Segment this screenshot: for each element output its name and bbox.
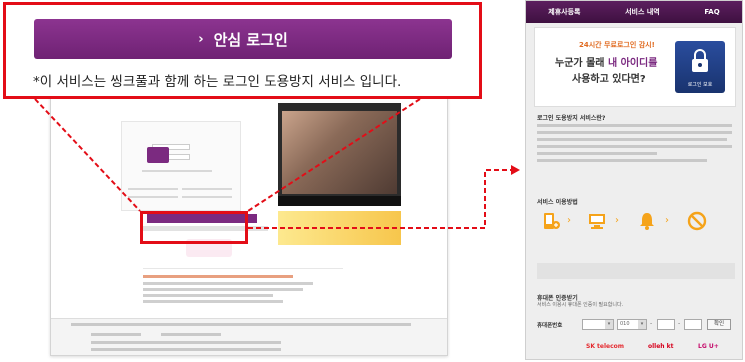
sk-telecom-logo: SK telecom: [586, 343, 625, 350]
step-arrow-icon: ›: [615, 215, 619, 226]
lg-uplus-logo: LG U+: [698, 343, 719, 350]
phone-input-row: 휴대폰번호 ▾ 010 ▾ - - 확인: [537, 319, 737, 331]
dash-separator: -: [650, 320, 653, 327]
safe-login-label: 안심 로그인: [213, 30, 288, 49]
phone-middle-input[interactable]: [657, 319, 675, 330]
form-links-thumbnail: [142, 170, 212, 172]
notice-line: [143, 282, 313, 285]
form-text-thumbnail: [182, 188, 232, 190]
footer-text: [91, 341, 161, 344]
zoom-callout: › 안심 로그인 *이 서비스는 씽크풀과 함께 하는 로그인 도용방지 서비스…: [3, 2, 482, 99]
video-frame: [282, 111, 397, 194]
nav-service-history[interactable]: 서비스 내역: [625, 7, 660, 17]
form-text-thumbnail: [182, 196, 232, 198]
webpage-screenshot: [50, 92, 448, 356]
footer-text: [161, 348, 281, 351]
arrow-head-icon: [511, 165, 520, 175]
step-arrow-icon: ›: [567, 215, 571, 226]
lock-icon: [692, 49, 708, 72]
footer-text: [161, 341, 281, 344]
chevron-down-icon: ▾: [605, 320, 613, 329]
promo-headline-2: 사용하고 있다면?: [572, 74, 646, 85]
phone-label: 휴대폰번호: [537, 323, 563, 329]
promo-headline-highlight: 내 아이디를: [607, 58, 658, 69]
login-button-thumbnail: [147, 147, 169, 163]
lock-label: 로그인 보호: [687, 82, 713, 88]
service-usage-title: 서비스 이용방법: [537, 199, 578, 206]
nav-partner-register[interactable]: 제휴사등록: [548, 7, 580, 17]
safe-login-button[interactable]: › 안심 로그인: [34, 19, 452, 59]
service-panel: 제휴사등록 서비스 내역 FAQ 24시간 무료로그인 감시! 누군가 몰래 내…: [525, 0, 743, 360]
alarm-bell-icon: [640, 213, 654, 230]
promo-subtitle: 24시간 무료로그인 감시!: [579, 41, 655, 49]
notice-line: [143, 294, 273, 297]
chevron-down-icon: ▾: [638, 320, 646, 329]
ad-banner-thumbnail: [278, 211, 401, 245]
notice-line: [143, 300, 283, 303]
video-controls: [278, 196, 401, 206]
computer-icon: [589, 214, 605, 229]
step-arrow-icon: ›: [665, 215, 669, 226]
notice-line: [143, 288, 303, 291]
notice-list-thumbnail: [143, 268, 343, 310]
footer-logo-1: [91, 333, 141, 336]
about-title: 로그인 도용방지 서비스란?: [537, 115, 606, 122]
nav-faq[interactable]: FAQ: [704, 8, 719, 16]
phone-prefix-select[interactable]: 010 ▾: [617, 319, 647, 330]
footer-thumbnail: [51, 318, 447, 355]
phone-register-icon: [544, 213, 560, 229]
phone-prefix-value: 010: [620, 321, 630, 327]
footer-logo-2: [161, 333, 221, 336]
block-icon: [687, 211, 707, 231]
panel-nav: 제휴사등록 서비스 내역 FAQ: [526, 1, 742, 23]
contact-info-box: [537, 263, 735, 279]
login-form-thumbnail: [121, 121, 241, 211]
login-protect-box: 로그인 보호: [675, 41, 725, 93]
promo-box: 24시간 무료로그인 감시! 누군가 몰래 내 아이디를 사용하고 있다면? 로…: [534, 27, 736, 107]
phone-auth-desc: 서비스 이용시 휴대폰 인증이 필요합니다.: [537, 302, 624, 308]
dash-separator: -: [678, 320, 681, 327]
confirm-button[interactable]: 확인: [707, 319, 731, 330]
form-text-thumbnail: [128, 196, 178, 198]
footer-links: [71, 323, 411, 326]
promo-headline-prefix: 누군가 몰래: [555, 58, 608, 69]
highlight-box-small: [140, 211, 248, 244]
form-text-thumbnail: [128, 188, 178, 190]
chevron-right-icon: ›: [198, 31, 204, 47]
promo-headline-1: 누군가 몰래 내 아이디를: [555, 54, 657, 69]
about-text-lines: [537, 122, 735, 166]
carrier-logos: SK telecom olleh kt LG U+: [586, 343, 736, 353]
service-note: *이 서비스는 씽크풀과 함께 하는 로그인 도용방지 서비스 입니다.: [33, 74, 402, 90]
footer-text: [91, 348, 161, 351]
olleh-kt-logo: olleh kt: [648, 343, 674, 350]
carrier-select[interactable]: ▾: [582, 319, 614, 330]
service-steps: › › ›: [537, 211, 737, 251]
video-player-thumbnail: [278, 103, 401, 206]
notice-line: [143, 275, 293, 278]
phone-last-input[interactable]: [684, 319, 702, 330]
